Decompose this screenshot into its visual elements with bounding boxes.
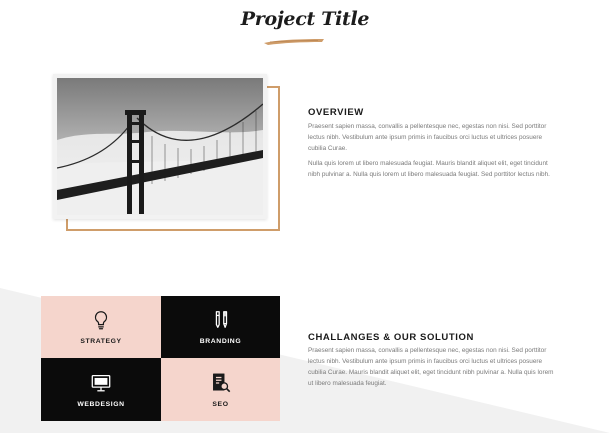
overview-heading: OVERVIEW bbox=[308, 107, 364, 118]
overview-paragraph-2: Nulla quis lorem ut libero malesuada feu… bbox=[308, 160, 550, 178]
challenges-heading: CHALLANGES & OUR SOLUTION bbox=[308, 332, 474, 343]
services-grid: STRATEGY BRANDING WEBDESIGN SEO bbox=[41, 296, 280, 421]
title-brush-underline bbox=[264, 39, 324, 45]
service-label: STRATEGY bbox=[80, 338, 122, 345]
service-label: WEBDESIGN bbox=[77, 400, 125, 408]
challenges-paragraph: Praesent sapien massa, convallis a pelle… bbox=[308, 347, 554, 387]
project-photo bbox=[53, 74, 267, 219]
service-tile-seo[interactable]: SEO bbox=[161, 358, 280, 421]
service-label: SEO bbox=[212, 400, 229, 408]
bridge-image bbox=[57, 78, 263, 215]
service-tile-strategy[interactable]: STRATEGY bbox=[41, 296, 161, 358]
monitor-icon bbox=[91, 374, 111, 391]
lightbulb-icon bbox=[94, 311, 108, 330]
pen-pencil-icon bbox=[215, 311, 227, 328]
service-label: BRANDING bbox=[199, 338, 242, 345]
service-tile-webdesign[interactable]: WEBDESIGN bbox=[41, 358, 161, 421]
document-search-icon bbox=[212, 373, 230, 392]
overview-paragraph-1: Praesent sapien massa, convallis a pelle… bbox=[308, 123, 547, 152]
service-tile-branding[interactable]: BRANDING bbox=[161, 296, 280, 358]
page-title: Project Title bbox=[240, 8, 370, 30]
